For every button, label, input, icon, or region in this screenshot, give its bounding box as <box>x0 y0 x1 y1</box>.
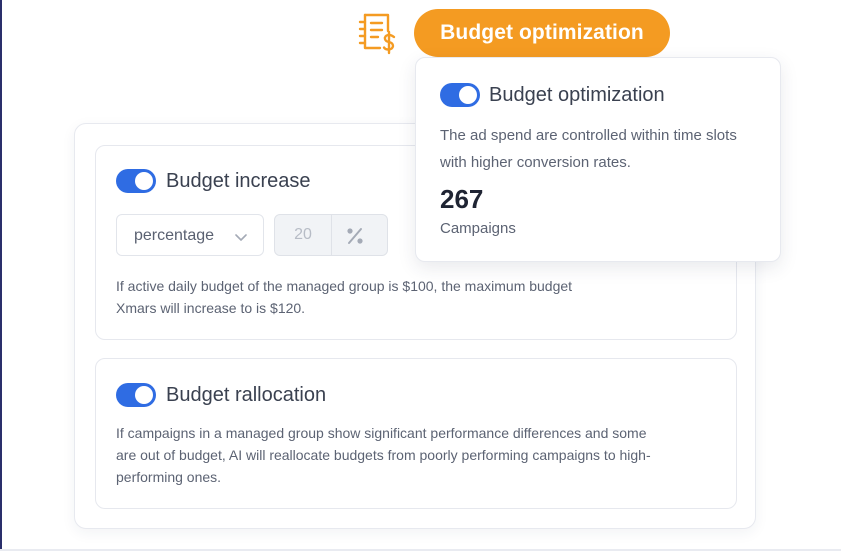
input-divider <box>331 215 332 255</box>
budget-reallocation-section: Budget rallocation If campaigns in a man… <box>95 358 737 509</box>
increase-mode-select[interactable]: percentage <box>116 214 264 256</box>
increase-amount-group: 20 <box>274 214 388 256</box>
invoice-dollar-icon <box>356 12 400 56</box>
popup-title: Budget optimization <box>489 84 665 106</box>
budget-reallocation-toggle[interactable] <box>116 383 156 407</box>
budget-increase-title: Budget increase <box>166 170 311 192</box>
increase-amount-input[interactable]: 20 <box>275 215 331 255</box>
budget-reallocation-title: Budget rallocation <box>166 384 327 406</box>
toggle-knob <box>459 86 477 104</box>
budget-reallocation-description: If campaigns in a managed group show sig… <box>116 425 651 485</box>
chevron-down-icon <box>235 229 247 241</box>
left-border <box>0 0 2 551</box>
budget-increase-description: If active daily budget of the managed gr… <box>116 278 573 316</box>
toggle-knob <box>135 172 153 190</box>
campaign-count: 267 <box>440 184 484 214</box>
popup-description: The ad spend are controlled within time … <box>440 127 737 171</box>
budget-optimization-badge[interactable]: Budget optimization <box>414 9 670 57</box>
toggle-knob <box>135 386 153 404</box>
percent-icon <box>345 226 365 246</box>
budget-increase-toggle[interactable] <box>116 169 156 193</box>
campaign-count-label: Campaigns <box>440 220 516 237</box>
budget-optimization-toggle[interactable] <box>440 83 480 107</box>
increase-mode-value: percentage <box>134 227 215 244</box>
budget-optimization-popup: Budget optimization The ad spend are con… <box>415 57 781 262</box>
